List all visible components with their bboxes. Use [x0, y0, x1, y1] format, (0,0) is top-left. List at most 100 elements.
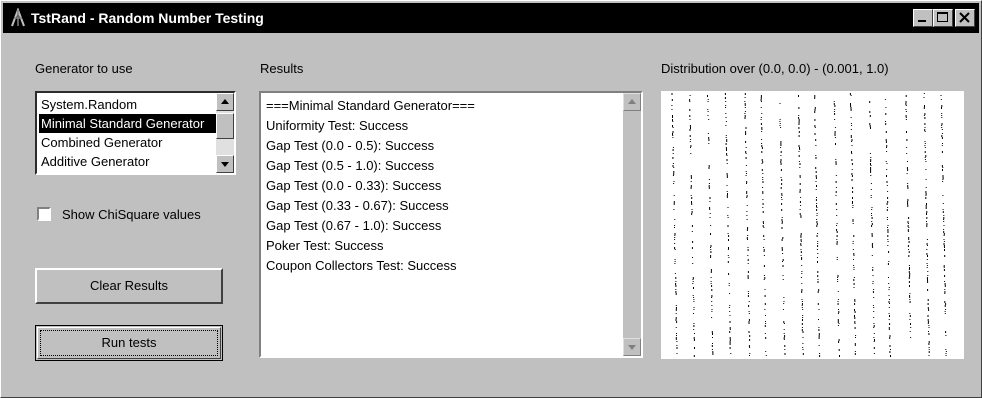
distribution-point: [927, 289, 929, 291]
results-scroll-up-button[interactable]: [623, 93, 641, 111]
generator-item[interactable]: System.Random: [39, 95, 218, 114]
maximize-button[interactable]: [933, 9, 953, 27]
distribution-point: [801, 307, 803, 308]
arrow-up-icon: [221, 99, 229, 104]
distribution-point: [943, 245, 945, 247]
results-scroll-down-button[interactable]: [623, 338, 641, 356]
distribution-point: [887, 229, 889, 231]
generator-item[interactable]: Combined Generator: [39, 133, 218, 152]
distribution-point: [909, 295, 911, 297]
distribution-point: [782, 279, 784, 280]
distribution-point: [869, 123, 871, 125]
distribution-point: [908, 217, 910, 219]
distribution-point: [910, 323, 911, 325]
distribution-point: [779, 121, 781, 122]
distribution-point: [800, 249, 802, 250]
distribution-point: [887, 231, 889, 233]
distribution-point: [834, 133, 836, 135]
distribution-point: [747, 259, 749, 261]
distribution-point: [854, 303, 856, 305]
distribution-point: [885, 121, 886, 122]
distribution-point: [708, 183, 710, 184]
distribution-point: [872, 275, 874, 276]
distribution-point: [838, 323, 840, 324]
distribution-point: [905, 95, 907, 97]
distribution-point: [746, 195, 748, 197]
title-bar[interactable]: TstRand - Random Number Testing: [3, 3, 979, 33]
distribution-point: [888, 319, 890, 320]
clear-results-button[interactable]: Clear Results: [35, 268, 223, 304]
distribution-point: [707, 99, 709, 100]
distribution-point: [798, 135, 800, 137]
distribution-point: [817, 233, 819, 234]
distribution-point: [871, 221, 873, 222]
scroll-down-button[interactable]: [216, 155, 234, 173]
run-tests-button[interactable]: Run tests: [35, 325, 223, 361]
show-chisquare-checkbox[interactable]: [37, 207, 51, 221]
distribution-point: [873, 325, 875, 327]
distribution-point: [907, 231, 909, 232]
distribution-point: [870, 195, 872, 196]
distribution-point: [673, 201, 675, 203]
distribution-point: [817, 257, 818, 258]
distribution-point: [712, 333, 713, 335]
generator-item-selected[interactable]: Minimal Standard Generator: [39, 114, 218, 133]
distribution-point: [909, 267, 910, 269]
distribution-point: [870, 163, 871, 165]
distribution-point: [671, 93, 673, 95]
distribution-point: [707, 109, 709, 110]
result-line: Uniformity Test: Success: [266, 118, 409, 133]
distribution-point: [672, 153, 674, 154]
distribution-point: [747, 275, 749, 277]
results-scrollbar[interactable]: [623, 93, 641, 356]
close-button[interactable]: [955, 9, 975, 27]
distribution-point: [943, 231, 945, 233]
distribution-point: [800, 233, 802, 235]
distribution-point: [801, 265, 803, 266]
distribution-point: [762, 181, 764, 183]
distribution-point: [819, 353, 821, 354]
distribution-point: [833, 101, 835, 102]
distribution-point: [710, 255, 712, 257]
distribution-point: [873, 323, 875, 324]
distribution-point: [888, 251, 890, 253]
generator-item[interactable]: Additive Generator: [39, 152, 218, 171]
distribution-point: [798, 161, 800, 162]
show-chisquare-label[interactable]: Show ChiSquare values: [62, 207, 201, 222]
distribution-point: [815, 189, 817, 190]
distribution-point: [799, 191, 801, 193]
distribution-point: [781, 183, 783, 185]
distribution-point: [746, 173, 747, 174]
distribution-point: [763, 239, 765, 240]
distribution-point: [674, 243, 676, 244]
distribution-point: [676, 333, 677, 334]
distribution-point: [851, 179, 853, 181]
distribution-point: [889, 345, 891, 347]
distribution-point: [817, 271, 819, 273]
distribution-point: [708, 187, 710, 189]
distribution-point: [780, 143, 782, 145]
distribution-point: [925, 161, 927, 162]
minimize-button[interactable]: [913, 9, 933, 27]
distribution-point: [889, 303, 890, 304]
distribution-point: [888, 313, 890, 314]
distribution-point: [673, 167, 675, 168]
distribution-point: [744, 97, 746, 98]
distribution-point: [710, 277, 712, 278]
results-textbox[interactable]: ===Minimal Standard Generator=== Uniform…: [259, 91, 643, 358]
distribution-point: [781, 239, 783, 241]
distribution-point: [748, 319, 750, 321]
generator-list[interactable]: System.Random Minimal Standard Generator…: [35, 91, 236, 175]
distribution-point: [762, 161, 764, 163]
distribution-point: [781, 221, 783, 223]
scroll-thumb[interactable]: [216, 113, 234, 139]
distribution-point: [943, 267, 945, 268]
distribution-point: [725, 137, 727, 138]
distribution-point: [926, 249, 928, 250]
distribution-point: [889, 299, 890, 300]
generator-list-scrollbar[interactable]: [216, 93, 234, 173]
distribution-point: [749, 347, 751, 348]
distribution-point: [924, 145, 926, 146]
scroll-up-button[interactable]: [216, 93, 234, 111]
distribution-point: [781, 203, 783, 205]
